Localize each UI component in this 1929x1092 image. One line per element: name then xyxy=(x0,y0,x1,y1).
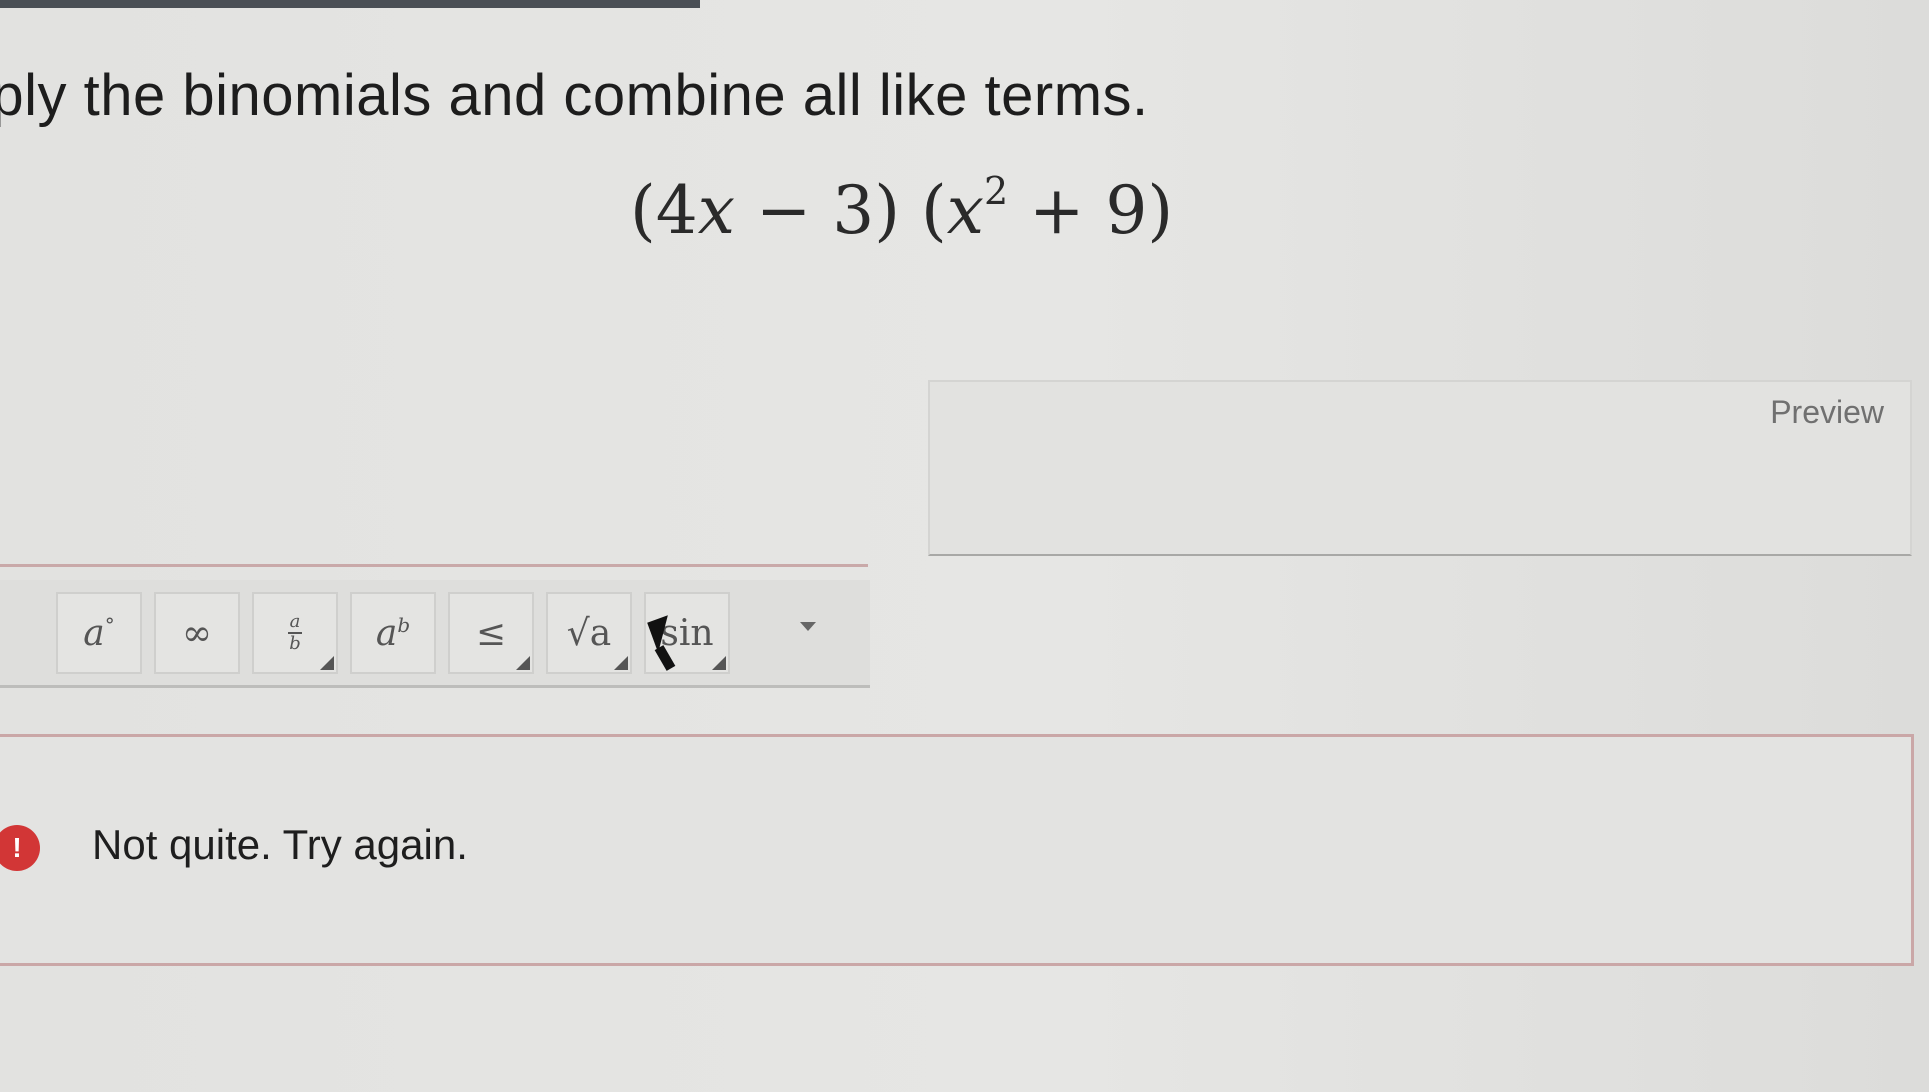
error-icon: ! xyxy=(0,825,40,871)
power-button[interactable]: ab xyxy=(350,592,436,674)
expr-close-paren-1: ) xyxy=(874,172,900,249)
top-bar xyxy=(0,0,700,8)
feedback-message: Not quite. Try again. xyxy=(92,821,468,868)
degree-button[interactable]: a ° xyxy=(56,592,142,674)
fraction-numerator: a xyxy=(289,611,301,632)
math-toolbar: a ° ∞ a b ab ≤ √a sin xyxy=(0,580,870,688)
expr-variable-1: x xyxy=(697,172,735,249)
expr-close-paren-2: ) xyxy=(1147,172,1174,249)
math-expression: (4x − 3) (x2 + 9) xyxy=(630,169,1174,249)
expr-constant-1: 3 xyxy=(832,172,875,249)
degree-base: a xyxy=(83,612,105,654)
feedback-box: ! Not quite. Try again. xyxy=(0,734,1914,966)
fraction-icon: a b xyxy=(288,612,302,654)
expr-exponent: 2 xyxy=(983,169,1009,213)
submenu-corner-icon xyxy=(614,656,628,670)
expr-open-paren-2: ( xyxy=(900,172,947,249)
sqrt-button[interactable]: √a xyxy=(546,592,632,674)
infinity-icon: ∞ xyxy=(182,612,212,654)
expr-minus: − xyxy=(734,172,833,249)
power-base: a xyxy=(375,612,398,654)
infinity-button[interactable]: ∞ xyxy=(154,592,240,674)
fraction-button[interactable]: a b xyxy=(252,592,338,674)
power-exponent: b xyxy=(397,613,411,637)
submenu-corner-icon xyxy=(712,656,726,670)
expr-constant-2: 9 xyxy=(1105,172,1148,249)
less-equal-icon: ≤ xyxy=(475,612,507,654)
submenu-corner-icon xyxy=(516,656,530,670)
expr-plus: + xyxy=(1008,172,1106,249)
answer-input-underline[interactable] xyxy=(0,564,868,567)
preview-panel: Preview xyxy=(928,380,1912,556)
submenu-corner-icon xyxy=(320,656,334,670)
expr-variable-2: x xyxy=(946,172,984,249)
question-instruction: iply the binomials and combine all like … xyxy=(0,63,1149,128)
preview-label: Preview xyxy=(1770,394,1884,430)
expr-coefficient: 4 xyxy=(655,172,698,249)
less-equal-button[interactable]: ≤ xyxy=(448,592,534,674)
expr-open-paren-1: ( xyxy=(630,172,656,249)
fraction-denominator: b xyxy=(289,633,301,654)
sqrt-icon: √a xyxy=(566,612,612,654)
degree-symbol: ° xyxy=(104,613,115,637)
chevron-down-icon[interactable] xyxy=(800,622,816,631)
